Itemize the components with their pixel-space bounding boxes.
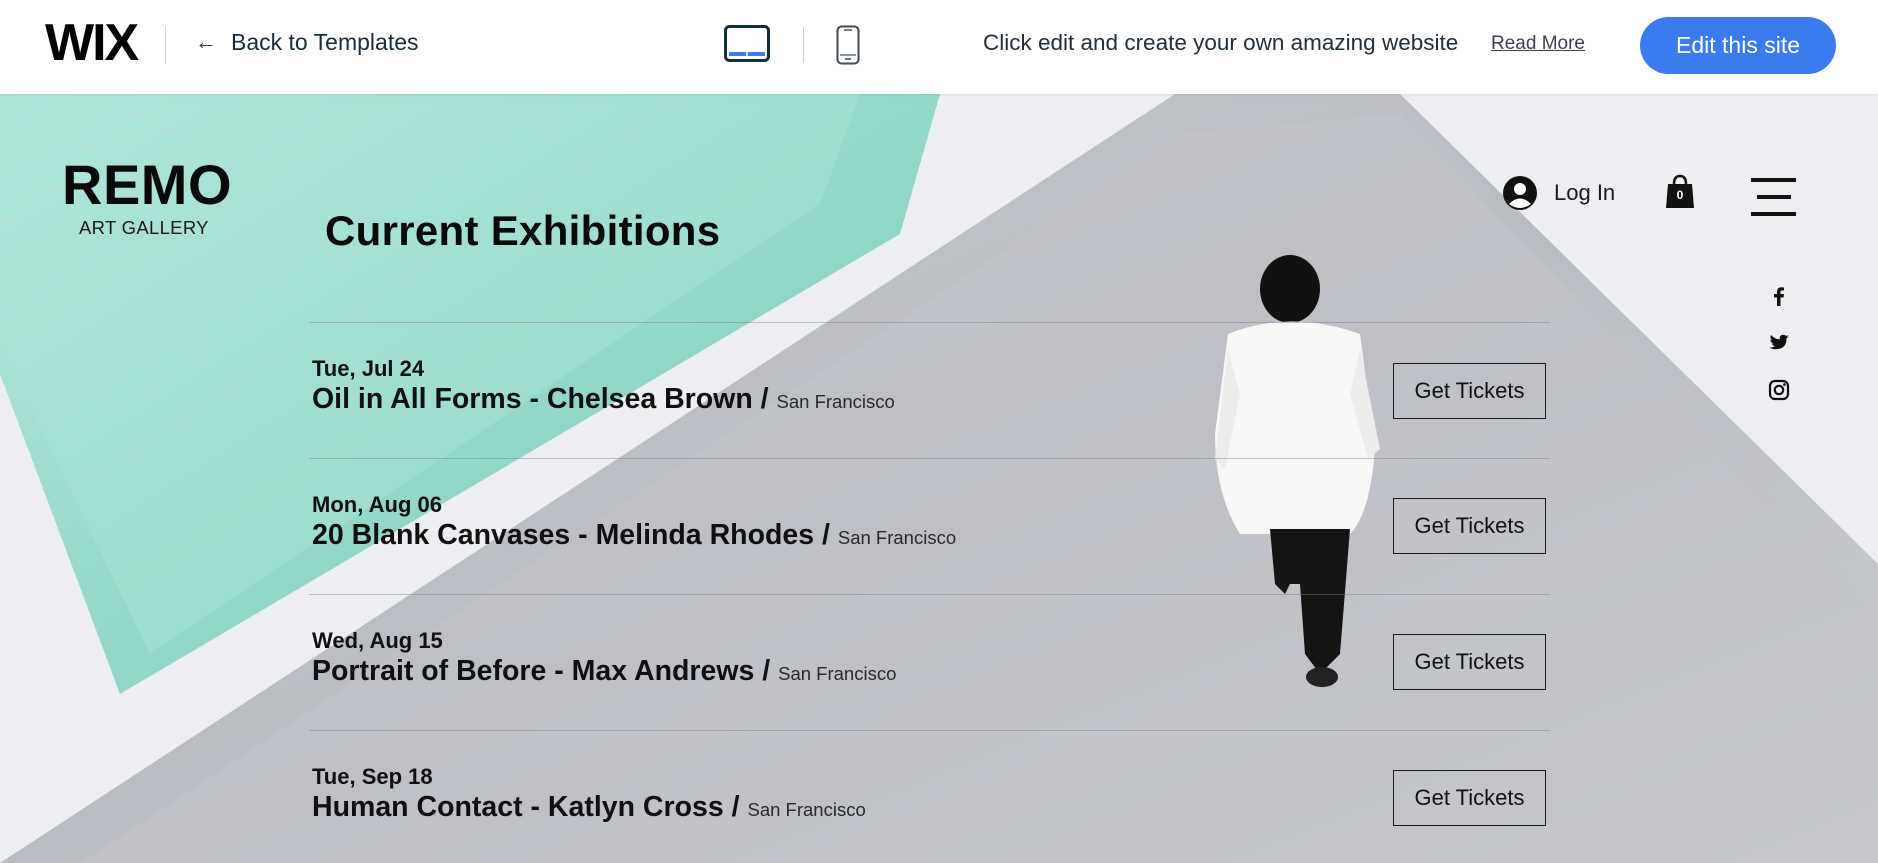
get-tickets-button[interactable]: Get Tickets xyxy=(1393,498,1546,554)
twitter-icon[interactable] xyxy=(1767,331,1791,355)
promo-text: Click edit and create your own amazing w… xyxy=(983,30,1459,55)
facebook-icon[interactable] xyxy=(1767,284,1791,308)
desktop-view-icon[interactable] xyxy=(724,25,770,64)
row-divider xyxy=(309,594,1550,595)
exhibition-location: San Francisco xyxy=(837,527,957,548)
wix-logo[interactable]: WIX xyxy=(45,18,155,68)
exhibition-title[interactable]: 20 Blank Canvases - Melinda Rhodes / San… xyxy=(312,519,956,552)
menu-icon[interactable] xyxy=(1751,178,1796,216)
brand-subtitle: ART GALLERY xyxy=(79,217,209,238)
exhibition-date: Tue, Jul 24 xyxy=(312,356,425,381)
section-title: Current Exhibitions xyxy=(325,207,721,254)
back-to-templates-link[interactable]: ← Back to Templates xyxy=(195,26,419,58)
brand-name[interactable]: REMO xyxy=(62,152,232,217)
login-label: Log In xyxy=(1554,180,1616,205)
exhibition-title[interactable]: Oil in All Forms - Chelsea Brown / San F… xyxy=(312,383,895,416)
row-divider xyxy=(309,322,1550,323)
wix-template-topbar: WIX ← Back to Templates Click edit and c… xyxy=(0,0,1878,94)
get-tickets-button[interactable]: Get Tickets xyxy=(1393,363,1546,419)
exhibition-title[interactable]: Portrait of Before - Max Andrews / San F… xyxy=(312,655,896,688)
edit-this-site-button[interactable]: Edit this site xyxy=(1640,17,1836,74)
instagram-icon[interactable] xyxy=(1767,378,1791,402)
exhibition-date: Wed, Aug 15 xyxy=(312,628,443,653)
row-divider xyxy=(309,730,1550,731)
back-to-templates-label: Back to Templates xyxy=(231,28,419,55)
get-tickets-button[interactable]: Get Tickets xyxy=(1393,634,1546,690)
get-tickets-button[interactable]: Get Tickets xyxy=(1393,770,1546,826)
exhibition-date: Tue, Sep 18 xyxy=(312,764,433,789)
exhibition-location: San Francisco xyxy=(776,391,895,412)
read-more-link[interactable]: Read More xyxy=(1491,33,1585,55)
arrow-left-icon: ← xyxy=(195,29,217,54)
user-avatar-icon xyxy=(1503,176,1537,210)
mobile-view-icon[interactable] xyxy=(836,25,860,65)
topbar-divider xyxy=(165,26,166,64)
exhibition-title[interactable]: Human Contact - Katlyn Cross / San Franc… xyxy=(312,791,866,824)
exhibition-location: San Francisco xyxy=(747,799,866,820)
site-preview: REMO ART GALLERY Log In 0 Current Exhibi… xyxy=(0,94,1878,863)
exhibition-date: Mon, Aug 06 xyxy=(312,492,442,517)
device-separator xyxy=(803,27,804,63)
exhibition-location: San Francisco xyxy=(778,663,897,684)
row-divider xyxy=(309,458,1550,459)
login-button[interactable]: Log In xyxy=(1503,176,1615,210)
cart-count: 0 xyxy=(1676,188,1684,202)
svg-text:WIX: WIX xyxy=(45,18,140,68)
cart-button[interactable]: 0 xyxy=(1665,174,1695,210)
